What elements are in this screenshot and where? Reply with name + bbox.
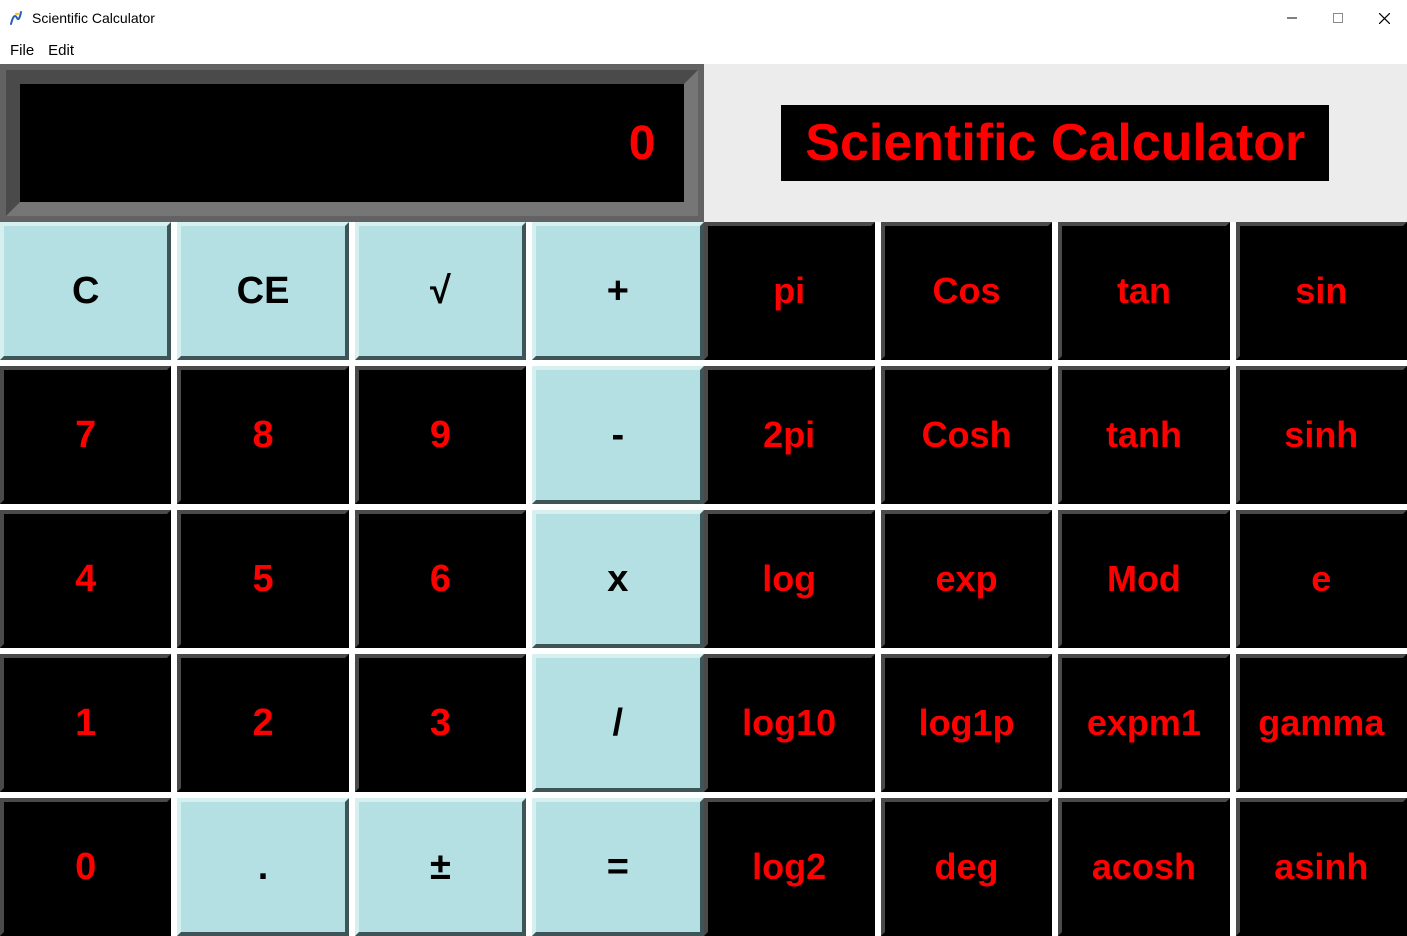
cosh-button[interactable]: Cosh (881, 366, 1052, 504)
digit-7-button[interactable]: 7 (0, 366, 171, 504)
digit-6-button[interactable]: 6 (355, 510, 526, 648)
display: 0 (6, 70, 698, 216)
asinh-button[interactable]: asinh (1236, 798, 1407, 936)
app-icon (8, 10, 24, 26)
log1p-button[interactable]: log1p (881, 654, 1052, 792)
digit-1-button[interactable]: 1 (0, 654, 171, 792)
tan-button[interactable]: tan (1058, 222, 1229, 360)
heading-label: Scientific Calculator (781, 105, 1329, 181)
cos-button[interactable]: Cos (881, 222, 1052, 360)
equals-button[interactable]: = (532, 798, 703, 936)
maximize-button[interactable] (1315, 3, 1361, 33)
log10-button[interactable]: log10 (704, 654, 875, 792)
log-button[interactable]: log (704, 510, 875, 648)
menubar: File Edit (0, 36, 1407, 64)
divide-button[interactable]: / (532, 654, 703, 792)
multiply-button[interactable]: x (532, 510, 703, 648)
window-controls (1269, 3, 1407, 33)
menu-edit[interactable]: Edit (48, 42, 74, 59)
minus-button[interactable]: - (532, 366, 703, 504)
display-row: 0 (0, 64, 704, 222)
titlebar-left: Scientific Calculator (8, 10, 155, 26)
sinh-button[interactable]: sinh (1236, 366, 1407, 504)
window-title: Scientific Calculator (32, 10, 155, 26)
digit-4-button[interactable]: 4 (0, 510, 171, 648)
plus-minus-button[interactable]: ± (355, 798, 526, 936)
left-panel: 0 CCE√+789- 456x 123/ 0.±= (0, 64, 704, 936)
right-panel: Scientific Calculator piCostansin 2piCosh… (704, 64, 1407, 936)
plus-button[interactable]: + (532, 222, 703, 360)
deg-button[interactable]: deg (881, 798, 1052, 936)
menu-file[interactable]: File (10, 42, 34, 59)
tanh-button[interactable]: tanh (1058, 366, 1229, 504)
two-pi-button[interactable]: 2pi (704, 366, 875, 504)
clear-entry-button[interactable]: CE (177, 222, 348, 360)
sqrt-button[interactable]: √ (355, 222, 526, 360)
acosh-button[interactable]: acosh (1058, 798, 1229, 936)
titlebar: Scientific Calculator (0, 0, 1407, 36)
log2-button[interactable]: log2 (704, 798, 875, 936)
sin-button[interactable]: sin (1236, 222, 1407, 360)
digit-5-button[interactable]: 5 (177, 510, 348, 648)
digit-8-button[interactable]: 8 (177, 366, 348, 504)
close-button[interactable] (1361, 3, 1407, 33)
digit-0-button[interactable]: 0 (0, 798, 171, 936)
expm1-button[interactable]: expm1 (1058, 654, 1229, 792)
main: 0 CCE√+789- 456x 123/ 0.±= Scientific Calcu… (0, 64, 1407, 936)
standard-keypad: CCE√+789- 456x 123/ 0.±= (0, 222, 704, 936)
digit-2-button[interactable]: 2 (177, 654, 348, 792)
heading-row: Scientific Calculator (704, 64, 1407, 222)
digit-3-button[interactable]: 3 (355, 654, 526, 792)
gamma-button[interactable]: gamma (1236, 654, 1407, 792)
digit-9-button[interactable]: 9 (355, 366, 526, 504)
pi-button[interactable]: pi (704, 222, 875, 360)
scientific-keypad: piCostansin 2piCoshtanhsinh logexpMode log1… (704, 222, 1407, 936)
e-button[interactable]: e (1236, 510, 1407, 648)
exp-button[interactable]: exp (881, 510, 1052, 648)
mod-button[interactable]: Mod (1058, 510, 1229, 648)
minimize-button[interactable] (1269, 3, 1315, 33)
clear-button[interactable]: C (0, 222, 171, 360)
display-value: 0 (629, 116, 656, 171)
decimal-button[interactable]: . (177, 798, 348, 936)
